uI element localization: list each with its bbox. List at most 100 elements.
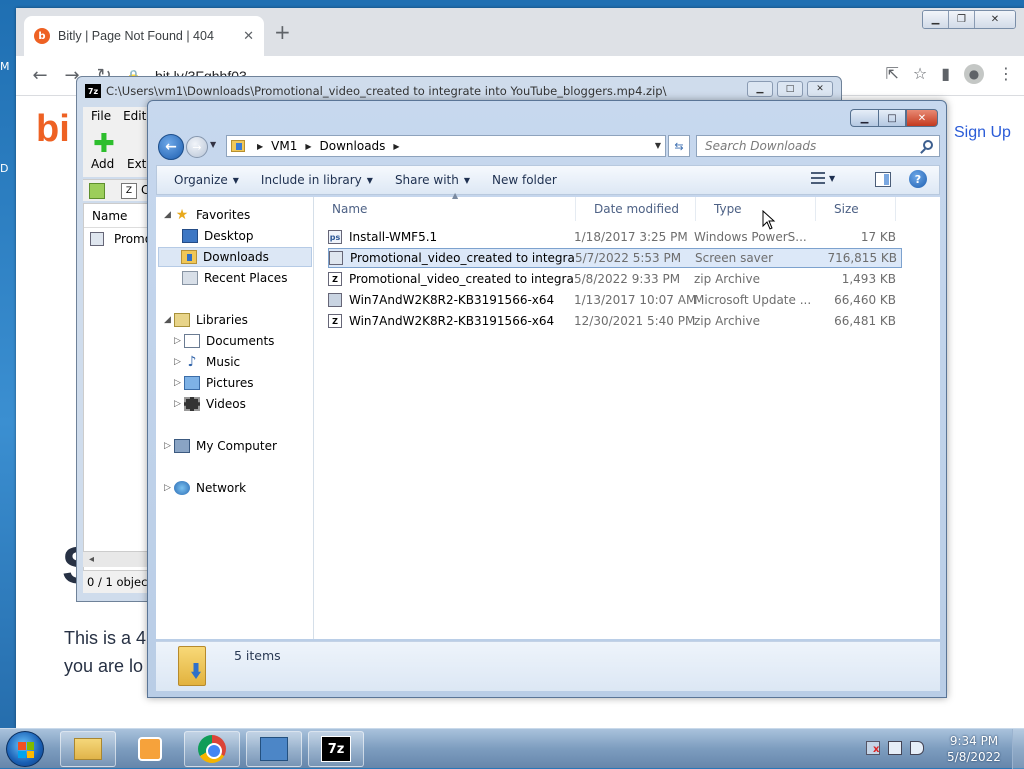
folder-up-icon[interactable] bbox=[89, 183, 105, 199]
taskbar-control-panel[interactable] bbox=[246, 731, 302, 767]
signup-link[interactable]: Sign Up bbox=[954, 124, 1011, 142]
search-icon[interactable] bbox=[923, 140, 933, 150]
change-view-button[interactable]: ▼ bbox=[811, 172, 835, 184]
minimize-icon[interactable]: ▁ bbox=[747, 81, 773, 97]
column-label: Name bbox=[332, 202, 368, 216]
nav-item-music[interactable]: ▷ ♪ Music bbox=[174, 352, 240, 372]
downloads-folder-icon bbox=[181, 250, 197, 264]
network-icon bbox=[174, 481, 190, 495]
maximize-icon[interactable]: □ bbox=[878, 109, 906, 127]
taskbar-chrome[interactable] bbox=[184, 731, 240, 767]
file-row[interactable]: Win7AndW2K8R2-KB3191566-x64 1/13/2017 10… bbox=[328, 290, 902, 310]
minimize-icon[interactable]: ▁ bbox=[923, 11, 949, 28]
share-with-button[interactable]: Share with ▼ bbox=[384, 168, 481, 192]
nav-libraries[interactable]: ◢ Libraries bbox=[164, 310, 248, 330]
sevenzip-path-bar: Z C bbox=[83, 179, 155, 201]
nav-item-documents[interactable]: ▷ Documents bbox=[174, 331, 274, 351]
side-panel-icon[interactable]: ▮ bbox=[941, 64, 950, 84]
add-button[interactable]: Add bbox=[91, 157, 114, 171]
share-icon[interactable]: ⇱ bbox=[885, 64, 898, 84]
expand-icon[interactable]: ▷ bbox=[174, 357, 184, 367]
close-icon[interactable]: ✕ bbox=[807, 81, 833, 97]
nav-favorites[interactable]: ◢ ★ Favorites bbox=[164, 205, 250, 225]
include-in-library-button[interactable]: Include in library ▼ bbox=[250, 168, 384, 192]
file-row[interactable]: Z Win7AndW2K8R2-KB3191566-x64 12/30/2021 … bbox=[328, 311, 902, 331]
breadcrumb-separator-icon[interactable]: ▶ bbox=[393, 142, 399, 151]
column-header-name[interactable]: ▲ Name bbox=[314, 191, 576, 221]
collapse-icon[interactable]: ◢ bbox=[164, 210, 174, 220]
new-tab-icon[interactable]: + bbox=[274, 22, 291, 42]
back-arrow-icon[interactable]: ← bbox=[24, 65, 56, 86]
back-button[interactable]: ← bbox=[158, 134, 184, 160]
nav-item-recent-places[interactable]: Recent Places bbox=[182, 268, 287, 288]
address-dropdown-icon[interactable]: ▼ bbox=[655, 141, 661, 150]
file-size: 66,481 KB bbox=[834, 314, 896, 328]
scroll-left-icon[interactable]: ◂ bbox=[89, 554, 94, 565]
menu-edit[interactable]: Edit bbox=[123, 109, 146, 123]
expand-icon[interactable]: ▷ bbox=[174, 378, 184, 388]
preview-pane-icon[interactable] bbox=[875, 172, 891, 187]
nav-item-desktop[interactable]: Desktop bbox=[182, 226, 254, 246]
expand-icon[interactable]: ▷ bbox=[164, 483, 174, 493]
column-header-date[interactable]: Date modified bbox=[576, 197, 696, 221]
action-center-flag-icon[interactable] bbox=[866, 741, 880, 755]
nav-network[interactable]: ▷ Network bbox=[164, 478, 246, 498]
nav-item-label: Music bbox=[206, 355, 241, 369]
nav-item-pictures[interactable]: ▷ Pictures bbox=[174, 373, 254, 393]
chrome-window-controls: ▁ ❐ ✕ bbox=[922, 10, 1016, 29]
nav-item-videos[interactable]: ▷ Videos bbox=[174, 394, 246, 414]
add-plus-icon[interactable]: ✚ bbox=[93, 131, 115, 157]
column-header-type[interactable]: Type bbox=[696, 197, 816, 221]
breadcrumb-separator-icon[interactable]: ▶ bbox=[305, 142, 311, 151]
organize-button[interactable]: Organize ▼ bbox=[163, 168, 250, 192]
forward-button[interactable]: → bbox=[186, 136, 208, 158]
breadcrumb-vm1[interactable]: VM1 bbox=[271, 139, 297, 153]
help-icon[interactable]: ? bbox=[909, 170, 927, 188]
bitly-logo[interactable]: bi bbox=[36, 108, 70, 151]
taskbar-explorer[interactable] bbox=[60, 731, 116, 767]
taskbar-media-player[interactable] bbox=[122, 731, 178, 767]
chevron-down-icon: ▼ bbox=[232, 175, 239, 185]
network-tray-icon[interactable] bbox=[888, 741, 902, 755]
nav-my-computer[interactable]: ▷ My Computer bbox=[164, 436, 277, 456]
breadcrumb-separator-icon[interactable]: ▶ bbox=[257, 142, 263, 151]
bookmark-star-icon[interactable]: ☆ bbox=[913, 64, 927, 84]
collapse-icon[interactable]: ◢ bbox=[164, 315, 174, 325]
minimize-icon[interactable]: ▁ bbox=[850, 109, 878, 127]
file-row[interactable]: Z Promotional_video_created to integrate … bbox=[328, 269, 902, 289]
profile-avatar-icon[interactable]: ● bbox=[964, 64, 984, 84]
downloads-folder-icon bbox=[178, 646, 206, 686]
expand-icon[interactable]: ▷ bbox=[174, 336, 184, 346]
search-input[interactable]: Search Downloads bbox=[696, 135, 940, 157]
file-date: 1/13/2017 10:07 AM bbox=[574, 293, 697, 307]
close-icon[interactable]: ✕ bbox=[975, 11, 1015, 28]
menu-kebab-icon[interactable]: ⋮ bbox=[998, 64, 1014, 84]
new-folder-button[interactable]: New folder bbox=[481, 168, 568, 192]
column-header-name[interactable]: Name bbox=[84, 204, 154, 228]
close-tab-icon[interactable]: ✕ bbox=[243, 29, 254, 44]
maximize-icon[interactable]: □ bbox=[777, 81, 803, 97]
nav-item-label: Videos bbox=[206, 397, 246, 411]
expand-icon[interactable]: ▷ bbox=[164, 441, 174, 451]
taskbar-7zip[interactable]: 7z bbox=[308, 731, 364, 767]
column-header-size[interactable]: Size bbox=[816, 197, 896, 221]
volume-icon[interactable] bbox=[910, 741, 924, 755]
file-row-selected[interactable]: Promotional_video_created to integrate i… bbox=[328, 248, 902, 268]
browser-tab[interactable]: b Bitly | Page Not Found | 404 ✕ bbox=[24, 16, 264, 56]
clock[interactable]: 9:34 PM 5/8/2022 bbox=[942, 733, 1006, 765]
close-icon[interactable]: ✕ bbox=[906, 109, 938, 127]
computer-icon bbox=[174, 439, 190, 453]
breadcrumb-downloads[interactable]: Downloads bbox=[320, 139, 386, 153]
list-item[interactable]: Promot bbox=[84, 228, 157, 250]
restore-icon[interactable]: ❐ bbox=[949, 11, 975, 28]
refresh-icon[interactable]: ⇆ bbox=[668, 135, 690, 157]
address-bar[interactable]: ▶ VM1 ▶ Downloads ▶ ▼ bbox=[226, 135, 666, 157]
start-button[interactable] bbox=[6, 731, 44, 767]
horizontal-scrollbar[interactable]: ◂ bbox=[83, 551, 155, 567]
show-desktop-button[interactable] bbox=[1012, 729, 1024, 769]
nav-item-downloads[interactable]: Downloads bbox=[158, 247, 312, 267]
menu-file[interactable]: File bbox=[91, 109, 111, 123]
recent-pages-dropdown-icon[interactable]: ▼ bbox=[210, 140, 216, 149]
file-row[interactable]: ps Install-WMF5.1 1/18/2017 3:25 PM Windo… bbox=[328, 227, 902, 247]
expand-icon[interactable]: ▷ bbox=[174, 399, 184, 409]
